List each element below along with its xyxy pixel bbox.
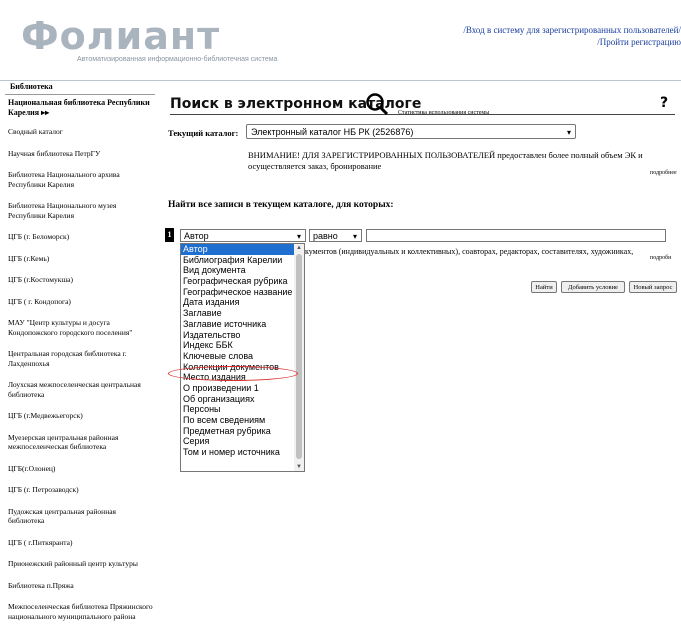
more-link[interactable]: подробнее [650,170,677,176]
stats-link[interactable]: Статистика использования системы [398,110,489,116]
sidebar-item[interactable]: ЦГБ ( г. Кондопога) [6,297,156,307]
sidebar-item[interactable]: Сводный каталог [6,127,156,137]
login-link[interactable]: /Вход в систему для зарегистрированных п… [463,24,681,36]
dropdown-option[interactable]: Дата издания [181,297,295,308]
catalog-select[interactable]: Электронный каталог НБ РК (2526876) ▾ [246,124,576,139]
help-icon[interactable]: ? [660,95,668,111]
sidebar-item[interactable]: Библиотека Национального музея Республик… [6,201,156,220]
sidebar-item[interactable]: Центральная городская библиотека г. Лахд… [6,349,156,368]
sidebar-item[interactable]: ЦГБ (г.Медвежьегорск) [6,411,156,421]
sidebar-item[interactable]: ЦГБ(г.Олонец) [6,464,156,474]
sidebar-item[interactable]: ЦГБ (г. Петрозаводск) [6,485,156,495]
dropdown-option[interactable]: Серия [181,436,295,447]
condition-number: 1 [165,228,174,242]
sidebar-item[interactable]: Прионежский районный центр культуры [6,559,156,569]
dropdown-option[interactable]: Том и номер источника [181,447,295,458]
sidebar-item[interactable]: ЦГБ (г.Кемь) [6,254,156,264]
sidebar-item[interactable]: ЦГБ ( г.Питкяранта) [6,538,156,548]
sidebar-item[interactable]: Библиотека п.Пряжа [6,581,156,591]
sidebar-title: Библиотека [10,82,53,91]
dropdown-option[interactable]: Автор [181,244,295,255]
highlight-annotation [168,366,298,381]
chevron-down-icon: ▾ [296,232,301,241]
dropdown-option[interactable]: Вид документа [181,265,295,276]
scroll-down-icon[interactable]: ▼ [296,464,302,470]
sidebar-item[interactable]: Научная библиотека ПетрГУ [6,149,156,159]
sidebar-item[interactable]: ЦГБ (г. Беломорск) [6,232,156,242]
field-dropdown-list[interactable]: Автор Библиография Карелии Вид документа Ге… [180,243,305,472]
field-select-value: Автор [184,231,209,241]
field-select[interactable]: Автор ▾ [180,229,306,242]
dropdown-option[interactable]: Географическое название [181,287,295,298]
sidebar-item[interactable]: Межпоселенческая библиотека Пряжинского … [6,602,156,621]
dropdown-option[interactable]: Заглавие источника [181,319,295,330]
register-link[interactable]: /Пройти регистрацию [463,36,681,48]
sidebar-item[interactable]: Лоухская межпоселенческая центральная би… [6,380,156,399]
logo-subtitle: Автоматизированная информационно-библиот… [77,56,278,63]
dropdown-scrollbar[interactable]: ▲ ▼ [294,244,304,471]
sidebar-item[interactable]: МАУ "Центр культуры и досуга Кондопожско… [6,318,156,337]
chevron-down-icon: ▾ [566,128,571,137]
sidebar-item[interactable]: Муезерская центральная районная межпосел… [6,433,156,452]
dropdown-option[interactable]: Заглавие [181,308,295,319]
dropdown-option[interactable]: О произведении 1 [181,383,295,394]
find-button[interactable]: Найти [531,281,557,293]
registration-notice: ВНИМАНИЕ! ДЛЯ ЗАРЕГИСТРИРОВАННЫХ ПОЛЬЗОВ… [248,150,643,171]
sidebar-item[interactable]: Национальная библиотека Республики Карел… [6,98,156,117]
dropdown-option[interactable]: Географическая рубрика [181,276,295,287]
search-value-input[interactable] [366,229,666,242]
catalog-select-value: Электронный каталог НБ РК (2526876) [251,127,414,137]
dropdown-option[interactable]: Издательство [181,330,295,341]
scroll-up-icon[interactable]: ▲ [296,245,302,251]
dropdown-option[interactable]: По всем сведениям [181,415,295,426]
search-heading: Найти все записи в текущем каталоге, для… [168,200,394,210]
header-divider [0,80,681,81]
field-hint: кументов (индивидуальных и коллективных)… [305,247,634,256]
dropdown-option[interactable]: Библиография Карелии [181,255,295,266]
scroll-thumb[interactable] [296,254,302,459]
dropdown-option[interactable]: Индекс ББК [181,340,295,351]
add-condition-button[interactable]: Добавить условие [561,281,625,293]
sidebar-item[interactable]: ЦГБ (г.Костомукша) [6,275,156,285]
sidebar-item[interactable]: Пудожская центральная районная библиотек… [6,507,156,526]
dropdown-option[interactable]: Предметная рубрика [181,426,295,437]
dropdown-option[interactable]: Об организациях [181,394,295,405]
new-query-button[interactable]: Новый запрос [629,281,677,293]
sidebar-item[interactable]: Библиотека Национального архива Республи… [6,170,156,189]
operator-select[interactable]: равно ▾ [309,229,362,242]
header-links: /Вход в систему для зарегистрированных п… [463,24,681,48]
logo-wordmark: Фолиант [21,14,221,58]
dropdown-option[interactable]: Ключевые слова [181,351,295,362]
foliant-logo: Фолиант Автоматизированная информационно… [15,8,277,66]
sidebar-title-divider [5,94,155,95]
more-link-2[interactable]: подробн [650,255,671,261]
operator-select-value: равно [313,231,338,241]
dropdown-option[interactable]: Персоны [181,404,295,415]
current-catalog-label: Текущий каталог: [168,128,239,138]
magnifier-icon [366,93,389,116]
chevron-down-icon: ▾ [352,232,357,241]
library-list: Национальная библиотека Республики Карел… [6,98,156,633]
